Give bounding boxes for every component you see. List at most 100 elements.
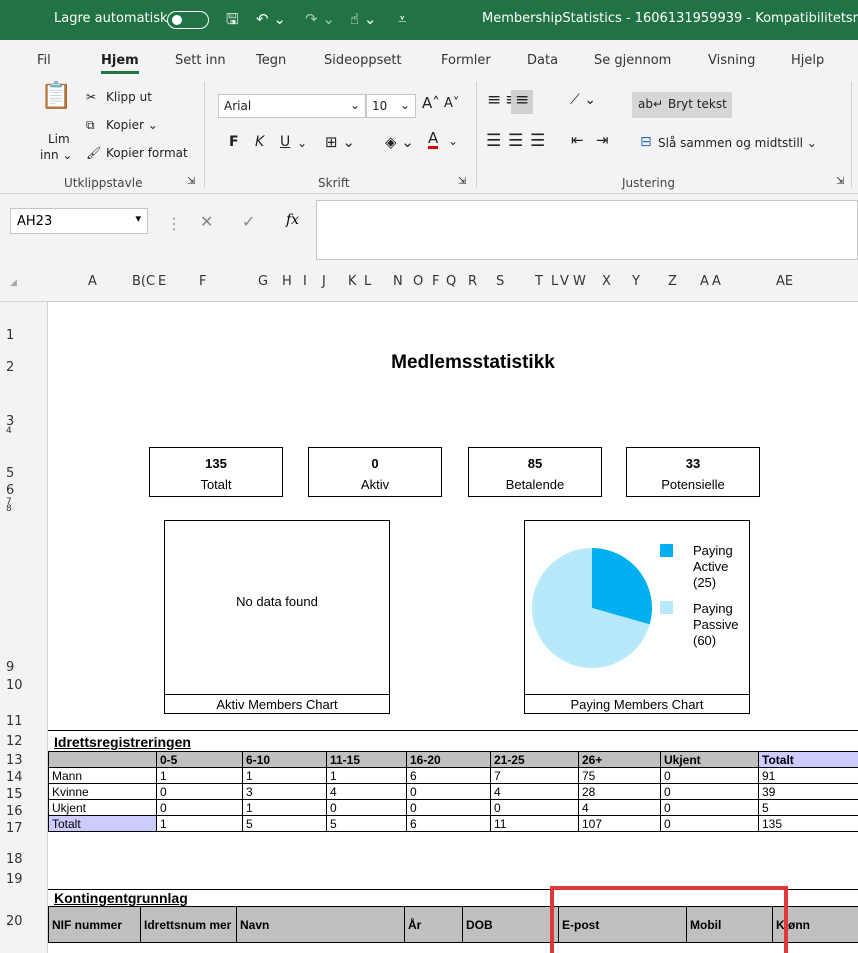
table-cell[interactable]: 0 bbox=[660, 783, 759, 800]
table-cell[interactable]: Ukjent bbox=[48, 799, 157, 816]
tab-draw[interactable]: Tegn bbox=[256, 53, 286, 68]
undo-icon[interactable]: ↶ ⌄ bbox=[256, 9, 286, 29]
table-cell[interactable]: 39 bbox=[758, 783, 858, 800]
table-cell[interactable]: 1 bbox=[156, 815, 243, 832]
column-header[interactable]: O bbox=[413, 274, 423, 289]
table-cell[interactable]: 0 bbox=[326, 799, 407, 816]
align-right-icon[interactable]: ☰ bbox=[530, 131, 545, 151]
tab-help[interactable]: Hjelp bbox=[791, 53, 824, 68]
column-header[interactable]: W bbox=[573, 274, 586, 289]
column-header[interactable]: X bbox=[602, 274, 611, 289]
table-cell[interactable]: 135 bbox=[758, 815, 858, 832]
row-header[interactable]: 1 bbox=[6, 328, 14, 343]
cancel-icon[interactable]: ✕ bbox=[200, 212, 213, 231]
column-header[interactable]: R bbox=[468, 274, 477, 289]
column-header[interactable]: L bbox=[364, 274, 371, 289]
copy-button[interactable]: Kopier ⌄ bbox=[106, 118, 158, 132]
column-header[interactable]: A bbox=[712, 274, 721, 289]
column-header[interactable]: L bbox=[551, 274, 558, 289]
borders-icon[interactable]: ⊞ ⌄ bbox=[325, 133, 355, 151]
table-cell[interactable]: Mann bbox=[48, 767, 157, 784]
row-header[interactable]: 8 bbox=[6, 504, 12, 514]
column-header[interactable]: F bbox=[199, 274, 206, 289]
column-header[interactable]: S bbox=[496, 274, 504, 289]
row-header[interactable]: 11 bbox=[6, 714, 23, 729]
table-cell[interactable]: 1 bbox=[156, 767, 243, 784]
wrap-text-button[interactable]: ab↵ Bryt tekst bbox=[632, 92, 732, 118]
table-cell[interactable]: 3 bbox=[242, 783, 327, 800]
bold-button[interactable]: F bbox=[229, 134, 239, 150]
paste-dropdown[interactable]: inn ⌄ bbox=[40, 148, 72, 162]
row-header[interactable]: 20 bbox=[6, 914, 23, 929]
font-launcher-icon[interactable]: ⇲ bbox=[458, 176, 466, 187]
column-header[interactable]: B(C bbox=[132, 274, 155, 289]
table-cell[interactable]: 6 bbox=[406, 815, 491, 832]
align-center-icon[interactable]: ☰ bbox=[508, 131, 523, 151]
table-cell[interactable]: 91 bbox=[758, 767, 858, 784]
active-members-chart[interactable]: No data found bbox=[164, 520, 390, 695]
column-header[interactable]: F bbox=[432, 274, 439, 289]
table-cell[interactable]: 7 bbox=[490, 767, 579, 784]
table-cell[interactable]: 0 bbox=[660, 815, 759, 832]
customize-qat-icon[interactable]: ⩡ bbox=[398, 9, 406, 29]
tab-file[interactable]: Fil bbox=[37, 53, 51, 68]
font-color-icon[interactable]: A bbox=[428, 130, 439, 149]
clipboard-launcher-icon[interactable]: ⇲ bbox=[187, 176, 195, 187]
row-header[interactable]: 6 bbox=[6, 483, 14, 498]
table-cell[interactable]: 4 bbox=[326, 783, 407, 800]
enter-icon[interactable]: ✓ bbox=[242, 212, 255, 231]
row-header[interactable]: 2 bbox=[6, 360, 14, 375]
autosave-toggle[interactable] bbox=[167, 11, 209, 29]
table-cell[interactable]: 75 bbox=[578, 767, 661, 784]
table-cell[interactable]: Totalt bbox=[48, 815, 157, 832]
tab-formulas[interactable]: Formler bbox=[441, 53, 491, 68]
name-box[interactable]: AH23 ▾ bbox=[10, 208, 148, 234]
row-header[interactable]: 13 bbox=[6, 753, 23, 768]
column-header[interactable]: Y bbox=[632, 274, 640, 289]
save-icon[interactable]: 🖫 bbox=[226, 9, 239, 29]
paying-members-chart[interactable]: Paying Active (25) Paying Passive (60) bbox=[524, 520, 750, 695]
clipboard-icon[interactable]: 📋 bbox=[40, 81, 72, 111]
table-cell[interactable]: 11 bbox=[490, 815, 579, 832]
table-cell[interactable]: 0 bbox=[406, 799, 491, 816]
fill-color-icon[interactable]: ◈ ⌄ bbox=[385, 133, 414, 151]
align-bottom-icon[interactable]: ≡ bbox=[515, 90, 529, 110]
table-cell[interactable]: Kvinne bbox=[48, 783, 157, 800]
column-header[interactable]: G bbox=[258, 274, 268, 289]
merge-center-button[interactable]: Slå sammen og midtstill ⌄ bbox=[658, 136, 817, 150]
column-header[interactable]: A bbox=[88, 274, 97, 289]
table-cell[interactable]: 0 bbox=[406, 783, 491, 800]
table-cell[interactable]: 0 bbox=[156, 783, 243, 800]
table-cell[interactable]: 4 bbox=[490, 783, 579, 800]
underline-button[interactable]: U bbox=[280, 134, 290, 150]
cut-icon[interactable]: ✂ bbox=[86, 90, 96, 104]
select-all-icon[interactable]: ◢ bbox=[10, 278, 17, 288]
column-header[interactable]: Z bbox=[668, 274, 677, 289]
column-header[interactable]: Q bbox=[446, 274, 456, 289]
tab-view[interactable]: Visning bbox=[708, 53, 755, 68]
tab-home[interactable]: Hjem bbox=[101, 53, 139, 74]
row-header[interactable]: 16 bbox=[6, 804, 23, 819]
row-header[interactable]: 10 bbox=[6, 678, 23, 693]
tab-page-layout[interactable]: Sideoppsett bbox=[324, 53, 402, 68]
column-header[interactable]: A bbox=[700, 274, 709, 289]
increase-indent-icon[interactable]: ⇥ bbox=[596, 131, 609, 149]
decrease-indent-icon[interactable]: ⇤ bbox=[571, 131, 584, 149]
cut-button[interactable]: Klipp ut bbox=[106, 90, 152, 104]
orientation-icon[interactable]: ⟋ ⌄ bbox=[570, 92, 596, 108]
merge-center-icon[interactable]: ⊟ bbox=[640, 134, 652, 150]
table-cell[interactable]: 0 bbox=[156, 799, 243, 816]
font-size-select[interactable]: 10 ⌄ bbox=[366, 94, 416, 118]
row-header[interactable]: 17 bbox=[6, 821, 23, 836]
table-cell[interactable]: 5 bbox=[242, 815, 327, 832]
table-cell[interactable]: 6 bbox=[406, 767, 491, 784]
row-header[interactable]: 14 bbox=[6, 770, 23, 785]
row-header[interactable]: 12 bbox=[6, 734, 23, 749]
table-cell[interactable]: 0 bbox=[490, 799, 579, 816]
align-left-icon[interactable]: ☰ bbox=[486, 131, 501, 151]
worksheet-grid[interactable]: Medlemsstatistikk 135 Totalt 0 Aktiv 85 Bet… bbox=[48, 302, 858, 953]
column-header[interactable]: T bbox=[535, 274, 543, 289]
table-cell[interactable]: 4 bbox=[578, 799, 661, 816]
column-header[interactable]: H bbox=[282, 274, 292, 289]
table-cell[interactable]: 1 bbox=[242, 767, 327, 784]
